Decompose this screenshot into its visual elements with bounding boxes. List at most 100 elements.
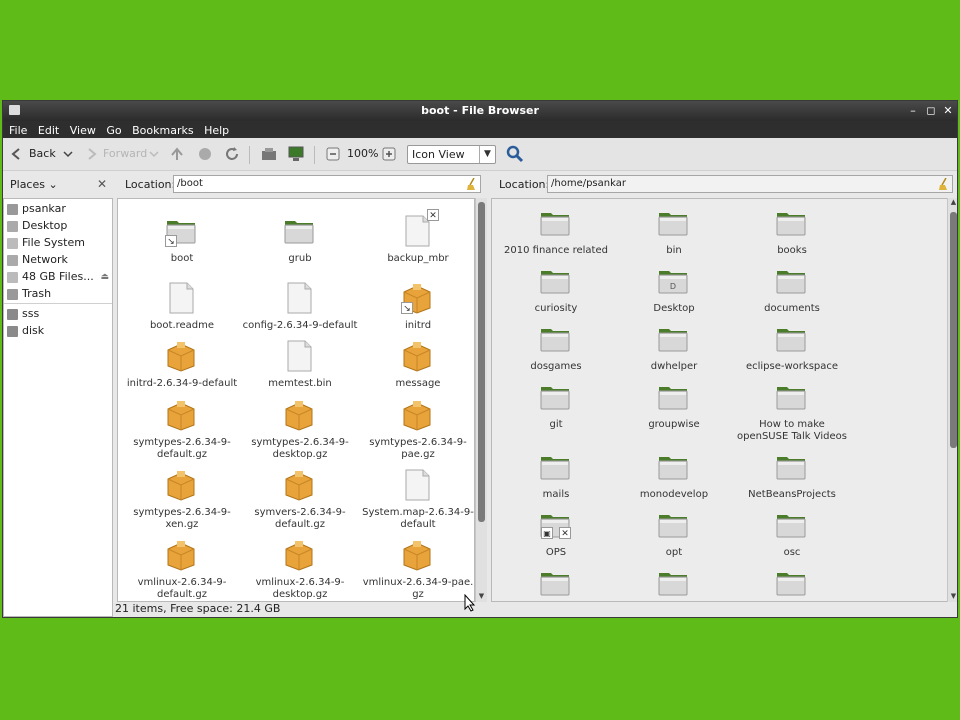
file-item[interactable] xyxy=(733,567,851,601)
close-icon[interactable]: ✕ xyxy=(940,103,956,119)
right-scrollbar[interactable]: ▲ ▼ xyxy=(947,198,957,602)
file-item[interactable]: vmlinux-2.6.34-9-pae. gz xyxy=(359,539,474,600)
title-bar[interactable]: boot - File Browser – ◻ ✕ xyxy=(3,101,957,121)
file-item[interactable]: symtypes-2.6.34-9- desktop.gz xyxy=(241,399,359,460)
sidebar-item-desktop[interactable]: Desktop xyxy=(7,218,111,234)
file-item[interactable]: System.map-2.6.34-9- default xyxy=(359,469,474,530)
sidebar-item-file-system[interactable]: File System xyxy=(7,235,111,251)
up-arrow-icon[interactable] xyxy=(169,146,185,162)
forward-history-chevron-icon[interactable] xyxy=(146,146,162,162)
forward-button[interactable]: Forward xyxy=(103,144,147,164)
file-item[interactable]: symtypes-2.6.34-9- xen.gz xyxy=(123,469,241,530)
file-icon xyxy=(405,469,430,501)
file-item[interactable]: books xyxy=(733,207,851,257)
menu-help[interactable]: Help xyxy=(204,124,229,137)
sidebar-item-48gb[interactable]: 48 GB Files... ⏏ xyxy=(7,269,111,285)
file-item[interactable]: How to make openSUSE Talk Videos xyxy=(733,381,851,442)
file-icon xyxy=(287,282,312,314)
sidebar-item-trash[interactable]: Trash xyxy=(7,286,111,302)
clear-location-icon[interactable] xyxy=(467,178,477,190)
back-button[interactable]: Back xyxy=(29,144,56,164)
file-item[interactable]: mails xyxy=(497,451,615,501)
file-item-label: opt xyxy=(665,547,683,558)
sidebar-divider xyxy=(4,303,112,304)
left-scrollbar[interactable]: ▼ xyxy=(475,198,487,602)
search-icon[interactable] xyxy=(506,145,524,163)
sidebar-item-label: File System xyxy=(22,236,85,249)
file-item[interactable]: ↘ initrd xyxy=(359,282,474,332)
clear-location-icon[interactable] xyxy=(939,178,949,190)
file-item[interactable]: config-2.6.34-9-default xyxy=(241,282,359,332)
file-item[interactable]: message xyxy=(359,340,474,390)
file-item[interactable]: bin xyxy=(615,207,733,257)
forward-arrow-icon[interactable] xyxy=(83,146,99,162)
back-arrow-icon[interactable] xyxy=(9,146,25,162)
reload-icon[interactable] xyxy=(224,146,240,162)
file-item[interactable]: vmlinux-2.6.34-9- desktop.gz xyxy=(241,539,359,600)
file-item[interactable]: symvers-2.6.34-9- default.gz xyxy=(241,469,359,530)
file-item[interactable]: 2010 finance related xyxy=(497,207,615,257)
scroll-down-icon[interactable]: ▼ xyxy=(476,592,487,602)
file-item[interactable]: eclipse-workspace xyxy=(733,323,851,373)
left-file-pane[interactable]: ↘ boot grub ✕ backup_mbr boot.readme config-2.… xyxy=(117,198,475,602)
file-item[interactable]: curiosity xyxy=(497,265,615,315)
pane-resize-handle[interactable] xyxy=(485,386,489,400)
file-item[interactable]: opt xyxy=(615,509,733,559)
file-item[interactable]: dwhelper xyxy=(615,323,733,373)
file-item-label: message xyxy=(395,378,441,389)
computer-icon[interactable] xyxy=(288,146,304,162)
file-item[interactable]: symtypes-2.6.34-9- default.gz xyxy=(123,399,241,460)
file-item[interactable]: dosgames xyxy=(497,323,615,373)
stop-icon[interactable] xyxy=(197,146,213,162)
scroll-up-icon[interactable]: ▲ xyxy=(948,198,957,208)
scrollbar-thumb[interactable] xyxy=(478,202,485,522)
right-file-pane[interactable]: 2010 finance related bin books curiosity D De… xyxy=(491,198,948,602)
unreadable-emblem-icon: ✕ xyxy=(427,209,439,221)
file-item-label: eclipse-workspace xyxy=(745,361,839,372)
file-item[interactable]: ✕ ▣ OPS xyxy=(497,509,615,559)
sidebar-item-psankar[interactable]: psankar xyxy=(7,201,111,217)
scrollbar-thumb[interactable] xyxy=(950,212,957,448)
close-sidebar-icon[interactable]: ✕ xyxy=(97,177,107,191)
file-item[interactable]: symtypes-2.6.34-9- pae.gz xyxy=(359,399,474,460)
sidebar-item-network[interactable]: Network xyxy=(7,252,111,268)
file-item[interactable]: osc xyxy=(733,509,851,559)
left-location-field[interactable]: /boot xyxy=(173,175,481,193)
file-item[interactable]: NetBeansProjects xyxy=(733,451,851,501)
file-item[interactable]: boot.readme xyxy=(123,282,241,332)
file-item[interactable]: monodevelop xyxy=(615,451,733,501)
places-dropdown[interactable]: Places ⌄ xyxy=(10,178,58,191)
file-item[interactable]: ↘ boot xyxy=(123,215,241,265)
right-location-field[interactable]: /home/psankar xyxy=(547,175,953,193)
sidebar-item-sss[interactable]: sss xyxy=(7,306,111,322)
back-history-chevron-icon[interactable] xyxy=(60,146,76,162)
menu-file[interactable]: File xyxy=(9,124,27,137)
file-item[interactable]: memtest.bin xyxy=(241,340,359,390)
file-item[interactable]: grub xyxy=(241,215,359,265)
file-item[interactable]: ✕ backup_mbr xyxy=(359,209,474,265)
file-item[interactable]: vmlinux-2.6.34-9- default.gz xyxy=(123,539,241,600)
sidebar-item-label: 48 GB Files... xyxy=(22,270,94,283)
maximize-icon[interactable]: ◻ xyxy=(923,103,939,119)
scroll-down-icon[interactable]: ▼ xyxy=(948,592,957,602)
zoom-in-icon[interactable] xyxy=(381,146,397,162)
sidebar-item-disk[interactable]: disk xyxy=(7,323,111,339)
home-icon xyxy=(7,203,18,215)
home-icon[interactable] xyxy=(261,146,277,162)
view-mode-select[interactable]: Icon View ▼ xyxy=(407,145,496,164)
file-item[interactable]: documents xyxy=(733,265,851,315)
menu-go[interactable]: Go xyxy=(106,124,121,137)
file-item[interactable]: D Desktop xyxy=(615,265,733,315)
file-item[interactable]: groupwise xyxy=(615,381,733,431)
minimize-icon[interactable]: – xyxy=(905,103,921,119)
file-item[interactable]: git xyxy=(497,381,615,431)
file-item[interactable] xyxy=(615,567,733,601)
menu-bookmarks[interactable]: Bookmarks xyxy=(132,124,193,137)
eject-icon[interactable]: ⏏ xyxy=(100,269,109,285)
file-item-label: grub xyxy=(288,253,312,264)
menu-view[interactable]: View xyxy=(70,124,96,137)
file-item[interactable] xyxy=(497,567,615,601)
file-item[interactable]: initrd-2.6.34-9-default xyxy=(123,340,241,390)
zoom-out-icon[interactable] xyxy=(325,146,341,162)
menu-edit[interactable]: Edit xyxy=(38,124,59,137)
